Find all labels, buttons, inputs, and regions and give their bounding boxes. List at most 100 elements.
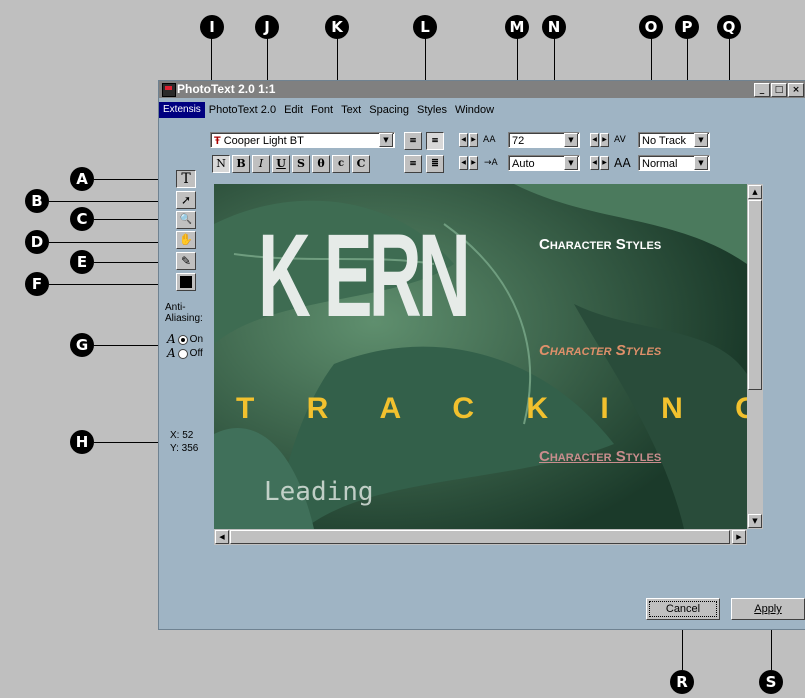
maximize-button[interactable]: □ (771, 83, 787, 97)
callout-j: J (255, 15, 279, 39)
color-swatch (180, 276, 192, 288)
kern-sample-text[interactable]: K ERN (258, 216, 471, 336)
kerning-decrease-arrow[interactable]: ◀ (590, 156, 599, 170)
callout-l: L (413, 15, 437, 39)
scroll-down-arrow[interactable]: ▼ (748, 514, 762, 528)
font-size-icon: AA (483, 135, 496, 145)
horizontal-scrollbar[interactable]: ◀ ▶ (214, 529, 747, 545)
font-select[interactable]: Ŧ Cooper Light BT (210, 132, 395, 148)
leading-dropdown-arrow[interactable]: ▼ (564, 156, 578, 170)
style-italic-button[interactable]: I (252, 155, 270, 173)
menu-bar: Extensis PhotoText 2.0 Edit Font Text Sp… (159, 102, 805, 118)
font-size-dropdown-arrow[interactable]: ▼ (564, 133, 578, 147)
menu-extensis[interactable]: Extensis (159, 102, 205, 118)
menu-text[interactable]: Text (337, 102, 365, 118)
align-left-button[interactable]: ≡ (404, 132, 422, 150)
aa-off-radio[interactable] (177, 348, 188, 359)
vertical-scrollbar[interactable]: ▲ ▼ (747, 184, 763, 529)
menu-styles[interactable]: Styles (413, 102, 451, 118)
font-dropdown-arrow[interactable]: ▼ (379, 133, 393, 147)
tracking-decrease-arrow[interactable]: ◀ (590, 133, 599, 147)
apply-button[interactable]: Apply (731, 598, 805, 620)
vertical-scroll-thumb[interactable] (748, 200, 762, 390)
cancel-button[interactable]: Cancel (646, 598, 720, 620)
style-underline-button[interactable]: U (272, 155, 290, 173)
style-shadow-button[interactable]: S (292, 155, 310, 173)
callout-r: R (670, 670, 694, 694)
leader-d (49, 242, 176, 243)
tracking-sample-text[interactable]: T R A C K I N G (236, 392, 747, 426)
scroll-left-arrow[interactable]: ◀ (215, 530, 229, 544)
horizontal-scroll-thumb[interactable] (230, 530, 730, 544)
character-styles-underline[interactable]: Character Styles (539, 448, 661, 465)
cursor-y-readout: Y: 356 (170, 443, 199, 454)
callout-d: D (25, 230, 49, 254)
callout-n: N (542, 15, 566, 39)
scroll-right-arrow[interactable]: ▶ (732, 530, 746, 544)
text-tool-button[interactable]: T (176, 170, 196, 188)
kerning-icon: AA (614, 156, 631, 170)
hand-tool-button[interactable]: ✋ (176, 231, 196, 249)
menu-font[interactable]: Font (307, 102, 337, 118)
select-tool-button[interactable]: ➚ (176, 191, 196, 209)
kerning-dropdown-arrow[interactable]: ▼ (694, 156, 708, 170)
leader-b (49, 201, 176, 202)
window-title: PhotoText 2.0 1:1 (177, 82, 276, 96)
scroll-up-arrow[interactable]: ▲ (748, 185, 762, 199)
callout-q: Q (717, 15, 741, 39)
zoom-tool-button[interactable]: 🔍 (176, 211, 196, 229)
color-swatch-button[interactable] (176, 273, 196, 291)
menu-edit[interactable]: Edit (280, 102, 307, 118)
tracking-dropdown-arrow[interactable]: ▼ (694, 133, 708, 147)
style-normal-button[interactable]: N (212, 155, 230, 173)
eyedropper-tool-button[interactable]: ✎ (176, 252, 196, 270)
size-increase-arrow[interactable]: ▶ (469, 133, 478, 147)
size-decrease-arrow[interactable]: ◀ (459, 133, 468, 147)
font-name: Cooper Light BT (223, 135, 304, 147)
menu-phototext[interactable]: PhotoText 2.0 (205, 102, 280, 118)
leading-sample-text[interactable]: Leading (264, 477, 374, 507)
callout-b: B (25, 189, 49, 213)
style-bold-button[interactable]: B (232, 155, 250, 173)
callout-e: E (70, 250, 94, 274)
style-strikethrough-button[interactable]: θ (312, 155, 330, 173)
callout-h: H (70, 430, 94, 454)
tracking-icon: AV (614, 135, 626, 145)
kerning-increase-arrow[interactable]: ▶ (600, 156, 609, 170)
minimize-button[interactable]: _ (754, 83, 770, 97)
character-styles-italic[interactable]: Character Styles (539, 342, 661, 359)
aa-on-label: On (189, 334, 204, 345)
aa-off-glyph-icon: A (167, 346, 176, 360)
callout-p: P (675, 15, 699, 39)
aa-off-option[interactable]: A Off (167, 346, 203, 360)
aa-on-radio[interactable] (177, 334, 188, 345)
anti-aliasing-label-1: Anti- (165, 302, 186, 313)
callout-s: S (759, 670, 783, 694)
aa-on-glyph-icon: A (167, 332, 176, 346)
callout-m: M (505, 15, 529, 39)
character-styles-white[interactable]: Character Styles (539, 236, 661, 253)
align-center-button[interactable]: ≡ (426, 132, 444, 150)
callout-k: K (325, 15, 349, 39)
aa-on-option[interactable]: A On (167, 332, 204, 346)
leading-icon: →A (484, 158, 498, 168)
align-justify-button[interactable]: ≣ (426, 155, 444, 173)
aa-off-label: Off (189, 348, 203, 359)
menu-spacing[interactable]: Spacing (365, 102, 413, 118)
close-button[interactable]: × (788, 83, 804, 97)
callout-i: I (200, 15, 224, 39)
title-bar[interactable]: PhotoText 2.0 1:1 _ □ × (159, 81, 805, 98)
app-icon (162, 83, 176, 97)
image-canvas[interactable]: K ERN T R A C K I N G Leading Character … (214, 184, 747, 529)
leader-f (49, 284, 176, 285)
anti-aliasing-label-2: Aliasing: (165, 313, 203, 324)
style-smallcaps-button[interactable]: c (332, 155, 350, 173)
font-type-icon: Ŧ (214, 135, 221, 147)
tracking-increase-arrow[interactable]: ▶ (600, 133, 609, 147)
callout-c: C (70, 207, 94, 231)
style-allcaps-button[interactable]: C (352, 155, 370, 173)
align-right-button[interactable]: ≡ (404, 155, 422, 173)
leading-increase-arrow[interactable]: ▶ (469, 156, 478, 170)
leading-decrease-arrow[interactable]: ◀ (459, 156, 468, 170)
menu-window[interactable]: Window (451, 102, 498, 118)
